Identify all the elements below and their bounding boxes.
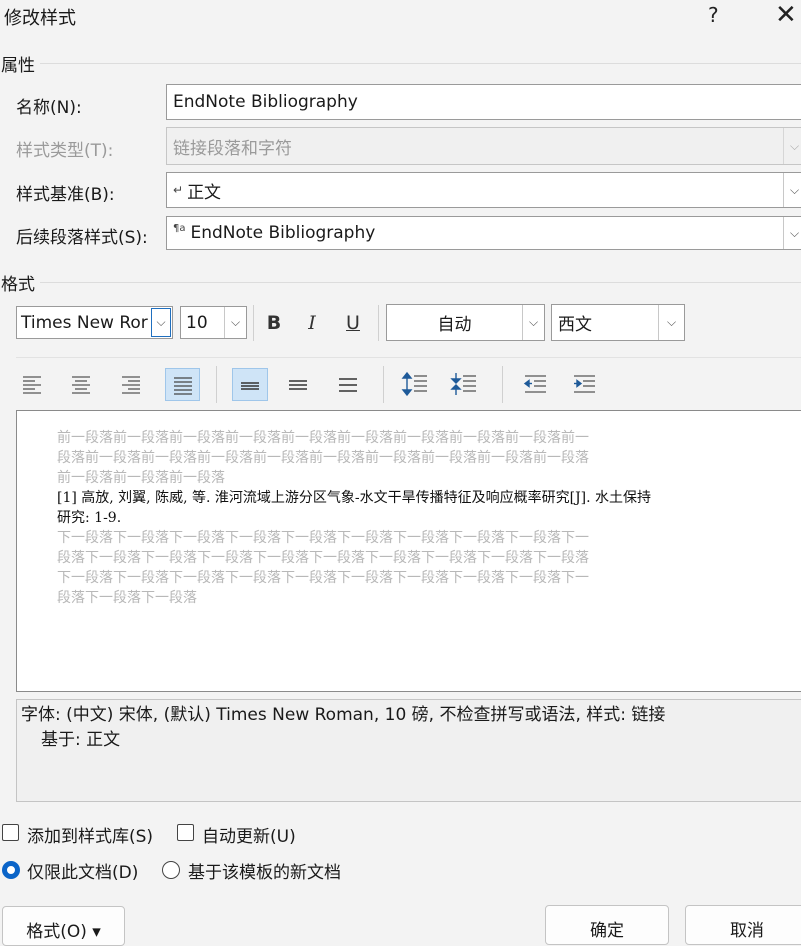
script-dropdown[interactable]: 西文 ⌵ [551, 304, 685, 341]
chevron-down-icon[interactable]: ⌵ [783, 217, 801, 249]
chevron-down-icon[interactable]: ⌵ [783, 173, 801, 207]
align-left-icon[interactable] [16, 368, 48, 400]
title-bar [0, 0, 801, 36]
bold-button[interactable]: B [259, 308, 289, 338]
toolbar-separator [383, 366, 384, 403]
help-button[interactable]: ? [708, 3, 719, 27]
name-label: 名称(N): [16, 98, 82, 118]
cancel-button[interactable]: 取消 [685, 905, 801, 945]
description-line: 基于: 正文 [41, 730, 121, 750]
previous-paragraph-line: 前一段落前一段落前一段落前一段落前一段落前一段落前一段落前一段落前一段落前一 [57, 430, 589, 446]
font-color-dropdown[interactable]: 自动 ⌵ [386, 304, 545, 341]
properties-separator [40, 63, 801, 64]
script-value: 西文 [558, 315, 592, 335]
align-justify-icon[interactable] [165, 368, 200, 401]
new-documents-radio[interactable] [162, 861, 180, 879]
dialog-title: 修改样式 [4, 8, 76, 29]
line-spacing-1.5-icon[interactable] [282, 368, 314, 401]
style-base-label: 样式基准(B): [16, 185, 115, 205]
font-color-value: 自动 [437, 315, 472, 335]
italic-button[interactable]: I [297, 308, 327, 338]
properties-section-label: 属性 [1, 56, 35, 76]
next-style-value: EndNote Bibliography [190, 223, 376, 243]
paragraph-mark-icon: ↵ [173, 183, 184, 197]
next-style-label: 后续段落样式(S): [16, 228, 148, 248]
toolbar-separator [378, 305, 379, 341]
next-paragraph-line: 段落下一段落下一段落下一段落下一段落下一段落下一段落下一段落下一段落下一段落 [57, 550, 589, 566]
increase-paragraph-spacing-icon[interactable] [398, 367, 432, 401]
format-menu-button[interactable]: 格式(O) ▾ [2, 906, 125, 946]
style-base-value: 正文 [187, 182, 222, 203]
align-center-icon[interactable] [65, 368, 97, 400]
ok-button[interactable]: 确定 [545, 905, 669, 945]
decrease-paragraph-spacing-icon[interactable] [447, 367, 481, 401]
font-name-combobox[interactable]: Times New Ror ⌵ [16, 306, 173, 339]
format-separator [40, 282, 801, 283]
style-type-value: 链接段落和字符 [173, 138, 292, 159]
next-style-dropdown[interactable]: ¶a EndNote Bibliography ⌵ [166, 216, 801, 250]
style-preview: 前一段落前一段落前一段落前一段落前一段落前一段落前一段落前一段落前一段落前一 段… [16, 410, 801, 692]
this-document-label[interactable]: 仅限此文档(D) [27, 858, 138, 883]
decrease-indent-icon[interactable] [518, 367, 552, 401]
chevron-down-icon[interactable]: ⌵ [224, 307, 246, 338]
next-paragraph-line: 下一段落下一段落下一段落下一段落下一段落下一段落下一段落下一段落下一段落下一 [57, 570, 589, 586]
next-paragraph-line: 下一段落下一段落下一段落下一段落下一段落下一段落下一段落下一段落下一段落下一 [57, 530, 589, 546]
linked-style-icon: ¶a [173, 222, 186, 234]
chevron-down-icon: ⌵ [783, 128, 801, 164]
font-name-value: Times New Ror [21, 312, 148, 333]
description-line: 字体: (中文) 宋体, (默认) Times New Roman, 10 磅,… [21, 705, 666, 725]
previous-paragraph-line: 前一段落前一段落前一段落 [57, 470, 225, 486]
next-paragraph-line: 段落下一段落下一段落 [57, 590, 197, 606]
name-input[interactable]: EndNote Bibliography [166, 84, 801, 120]
toolbar-separator [216, 366, 217, 403]
toolbar-separator [253, 305, 254, 341]
chevron-down-icon[interactable]: ⌵ [151, 308, 171, 337]
chevron-down-icon[interactable]: ⌵ [658, 305, 684, 340]
underline-button[interactable]: U [338, 308, 368, 338]
toolbar-separator [502, 366, 503, 403]
style-type-label: 样式类型(T): [16, 141, 114, 161]
auto-update-label[interactable]: 自动更新(U) [202, 822, 296, 847]
line-spacing-double-icon[interactable] [332, 368, 364, 401]
ok-label: 确定 [590, 921, 624, 941]
name-input-value: EndNote Bibliography [173, 92, 358, 112]
format-menu-label: 格式(O) ▾ [26, 922, 101, 942]
toolbar-divider [16, 357, 801, 358]
line-spacing-single-icon[interactable] [232, 368, 268, 401]
increase-indent-icon[interactable] [567, 367, 601, 401]
auto-update-checkbox[interactable] [177, 824, 194, 841]
preview-sample-line: [1] 高放, 刘翼, 陈威, 等. 淮河流域上游分区气象-水文干旱传播特征及响… [57, 490, 652, 506]
preview-sample-line: 研究: 1-9. [57, 510, 122, 526]
cancel-label: 取消 [730, 921, 764, 941]
close-button[interactable]: ✕ [775, 0, 797, 30]
format-section-label: 格式 [1, 275, 35, 295]
add-to-gallery-checkbox[interactable] [2, 824, 19, 841]
chevron-down-icon[interactable]: ⌵ [522, 305, 544, 340]
align-right-icon[interactable] [115, 368, 147, 400]
font-size-combobox[interactable]: 10 ⌵ [180, 306, 247, 339]
font-size-value: 10 [186, 312, 208, 333]
style-description: 字体: (中文) 宋体, (默认) Times New Roman, 10 磅,… [16, 699, 801, 802]
style-type-dropdown: 链接段落和字符 ⌵ [166, 127, 801, 165]
this-document-radio[interactable] [2, 861, 20, 879]
new-documents-label[interactable]: 基于该模板的新文档 [188, 858, 341, 883]
add-to-gallery-label[interactable]: 添加到样式库(S) [27, 822, 153, 847]
style-base-dropdown[interactable]: ↵ 正文 ⌵ [166, 172, 801, 208]
previous-paragraph-line: 段落前一段落前一段落前一段落前一段落前一段落前一段落前一段落前一段落前一段落 [57, 450, 589, 466]
